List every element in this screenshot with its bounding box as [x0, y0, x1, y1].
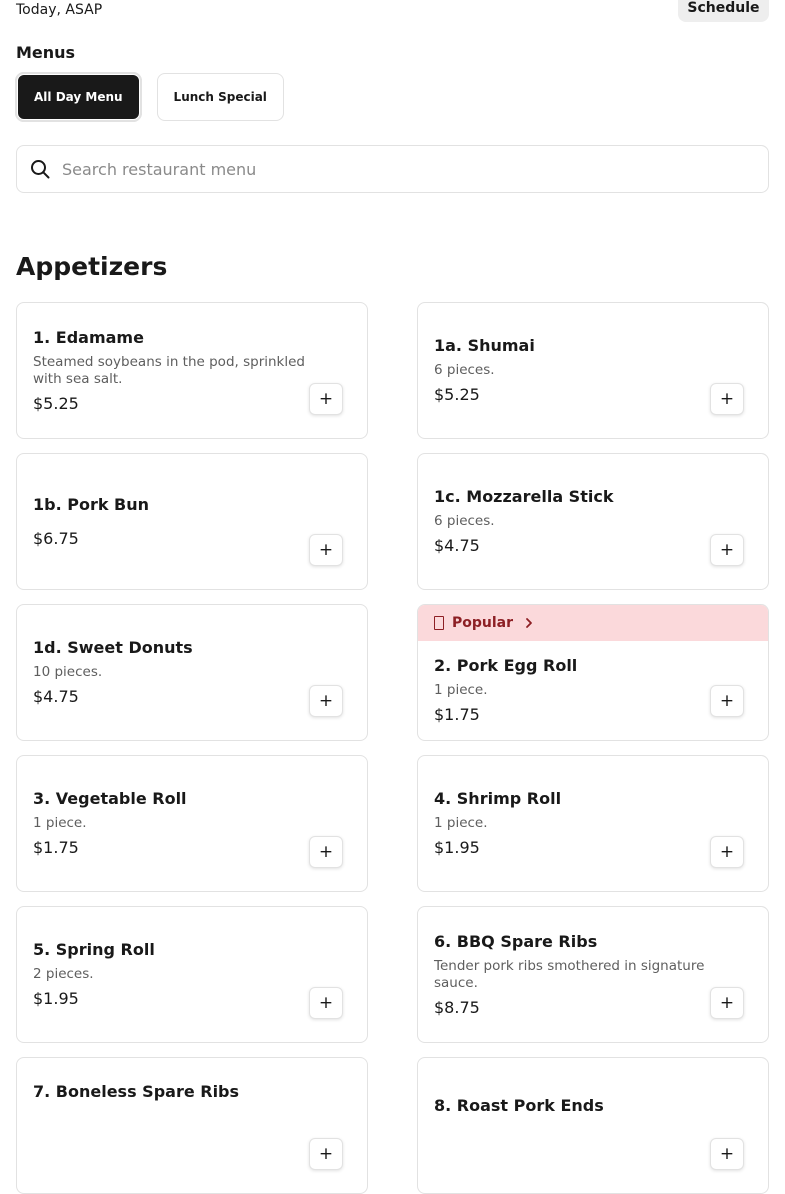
item-description: 6 pieces. — [434, 513, 495, 529]
search-icon — [31, 160, 50, 179]
add-item-button[interactable]: + — [309, 836, 343, 868]
item-price: $1.75 — [33, 838, 79, 857]
item-description: 1 piece. — [434, 682, 488, 698]
item-price: $4.75 — [434, 536, 480, 555]
add-item-button[interactable]: + — [710, 987, 744, 1019]
item-name: 1a. Shumai — [434, 336, 535, 355]
menu-item-card[interactable]: 1a. Shumai 6 pieces. $5.25 + — [417, 302, 769, 439]
item-description: 10 pieces. — [33, 664, 103, 680]
add-item-button[interactable]: + — [309, 383, 343, 415]
item-name: 8. Roast Pork Ends — [434, 1096, 604, 1115]
item-name: 1c. Mozzarella Stick — [434, 487, 614, 506]
popular-badge[interactable]: Popular — [418, 605, 768, 641]
item-name: 7. Boneless Spare Ribs — [33, 1082, 240, 1101]
add-item-button[interactable]: + — [309, 987, 343, 1019]
menu-item-card[interactable]: 1b. Pork Bun $6.75 + — [16, 453, 368, 590]
add-item-button[interactable]: + — [710, 534, 744, 566]
add-item-button[interactable]: + — [710, 1138, 744, 1170]
add-item-button[interactable]: + — [710, 836, 744, 868]
item-name: 1d. Sweet Donuts — [33, 638, 193, 657]
item-description: 6 pieces. — [434, 362, 495, 378]
menu-items-grid: 1. Edamame Steamed soybeans in the pod, … — [16, 302, 769, 1194]
popular-icon — [434, 616, 444, 630]
menu-tabs: All Day Menu Lunch Special — [15, 72, 284, 122]
menu-item-card[interactable]: 5. Spring Roll 2 pieces. $1.95 + — [16, 906, 368, 1043]
item-price: $8.75 — [434, 997, 480, 1017]
item-price: $1.75 — [434, 705, 480, 724]
delivery-time: Today, ASAP — [16, 2, 103, 18]
menu-item-card[interactable]: 7. Boneless Spare Ribs + — [16, 1057, 368, 1194]
tab-all-day-menu[interactable]: All Day Menu — [15, 72, 142, 122]
item-price: $1.95 — [33, 989, 79, 1008]
item-price: $1.95 — [434, 838, 480, 857]
item-description: 1 piece. — [33, 815, 87, 831]
item-price: $5.25 — [434, 385, 480, 404]
add-item-button[interactable]: + — [309, 534, 343, 566]
item-name: 3. Vegetable Roll — [33, 789, 187, 808]
menu-item-card[interactable]: 3. Vegetable Roll 1 piece. $1.75 + — [16, 755, 368, 892]
item-price: $6.75 — [33, 528, 79, 548]
add-item-button[interactable]: + — [309, 1138, 343, 1170]
menu-item-card[interactable]: 1. Edamame Steamed soybeans in the pod, … — [16, 302, 368, 439]
delivery-header: Today, ASAP Schedule — [16, 0, 769, 30]
item-price: $4.75 — [33, 687, 79, 706]
search-bar[interactable] — [16, 145, 769, 193]
add-item-button[interactable]: + — [710, 383, 744, 415]
section-title-appetizers: Appetizers — [16, 252, 168, 281]
popular-badge-label: Popular — [452, 615, 514, 631]
add-item-button[interactable]: + — [309, 685, 343, 717]
chevron-right-icon — [526, 618, 532, 628]
menus-heading: Menus — [16, 43, 76, 62]
item-name: 2. Pork Egg Roll — [434, 656, 578, 675]
item-description: Steamed soybeans in the pod, sprinkled w… — [33, 353, 305, 387]
item-price: $5.25 — [33, 393, 79, 413]
menu-item-card[interactable]: 8. Roast Pork Ends + — [417, 1057, 769, 1194]
schedule-button[interactable]: Schedule — [678, 0, 769, 22]
item-name: 1. Edamame — [33, 327, 144, 347]
item-name: 6. BBQ Spare Ribs — [434, 931, 598, 951]
menu-item-card[interactable]: 4. Shrimp Roll 1 piece. $1.95 + — [417, 755, 769, 892]
menu-item-card[interactable]: 1c. Mozzarella Stick 6 pieces. $4.75 + — [417, 453, 769, 590]
menu-item-card[interactable]: 1d. Sweet Donuts 10 pieces. $4.75 + — [16, 604, 368, 741]
add-item-button[interactable]: + — [710, 685, 744, 717]
item-name: 1b. Pork Bun — [33, 494, 150, 514]
item-description: Tender pork ribs smothered in signature … — [434, 957, 705, 991]
item-name: 4. Shrimp Roll — [434, 789, 562, 808]
menu-item-card[interactable]: Popular 2. Pork Egg Roll 1 piece. $1.75 … — [417, 604, 769, 741]
item-description: 1 piece. — [434, 815, 488, 831]
item-description: 2 pieces. — [33, 966, 94, 982]
menu-item-card[interactable]: 6. BBQ Spare Ribs Tender pork ribs smoth… — [417, 906, 769, 1043]
item-name: 5. Spring Roll — [33, 940, 155, 959]
tab-lunch-special[interactable]: Lunch Special — [156, 73, 284, 121]
search-input[interactable] — [60, 158, 724, 180]
